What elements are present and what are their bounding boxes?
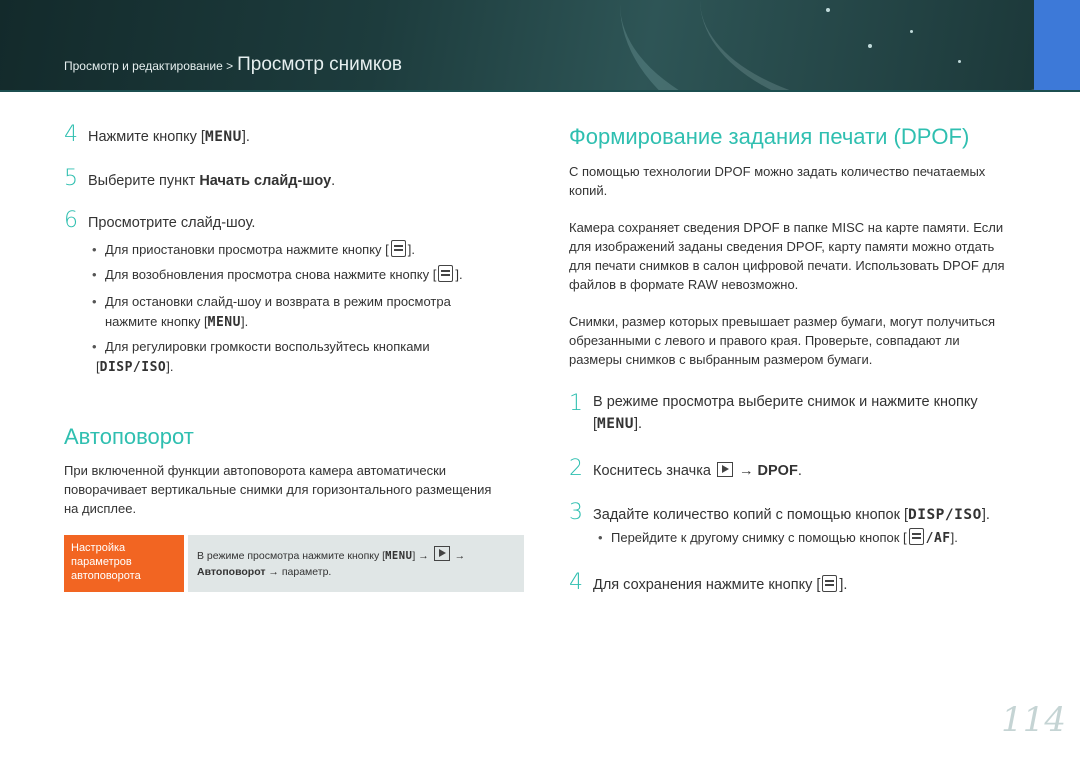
ok-icon xyxy=(438,265,454,282)
dpof-paragraph-3: Снимки, размер которых превышает размер … xyxy=(569,314,996,367)
step-1-right: 1 В режиме просмотра выберите снимок и н… xyxy=(569,391,978,435)
autorotate-paragraph: При включенной функции автоповорота каме… xyxy=(64,463,492,516)
step-2-right: 2 Коснитесь значка → DPOF. xyxy=(569,456,802,481)
note-body: В режиме просмотра нажмите кнопку [MENU]… xyxy=(188,535,524,592)
step-text: Нажмите кнопку [MENU]. xyxy=(88,129,250,145)
playback-icon xyxy=(433,546,450,561)
banner-decoration xyxy=(700,0,1080,90)
bullet-item: Перейдите к другому снимку с помощью кно… xyxy=(598,528,958,549)
bullet-item: Для остановки слайд-шоу и возврата в реж… xyxy=(92,292,451,333)
step-3-right: 3 Задайте количество копий с помощью кно… xyxy=(569,500,990,525)
banner-sparkle xyxy=(826,8,830,12)
breadcrumb-section[interactable]: Просмотр и редактирование > xyxy=(64,59,233,73)
playback-icon xyxy=(716,462,733,477)
header-banner: Просмотр и редактирование > Просмотр сни… xyxy=(0,0,1080,90)
banner-sparkle xyxy=(958,60,961,63)
page-number: 114 xyxy=(1001,700,1066,740)
bullet-item: Для регулировки громкости воспользуйтесь… xyxy=(92,337,430,378)
step-text: Просмотрите слайд-шоу. xyxy=(88,215,256,231)
dpof-paragraph-1: С помощью технологии DPOF можно задать к… xyxy=(569,164,986,198)
disp-iso-key-label: DISP/ISO xyxy=(99,360,167,375)
disp-iso-key-label: DISP/ISO xyxy=(907,507,982,523)
banner-sparkle xyxy=(868,44,872,48)
bullet-item: Для приостановки просмотра нажмите кнопк… xyxy=(92,240,415,260)
page-title: Просмотр снимков xyxy=(237,54,403,75)
banner-accent-tab xyxy=(1034,0,1080,90)
step-text: Выберите пункт Начать слайд-шоу. xyxy=(88,173,336,189)
menu-key-label: MENU xyxy=(597,416,634,432)
ok-icon xyxy=(822,575,838,592)
menu-key-label: MENU xyxy=(204,129,242,145)
header-divider xyxy=(0,90,1080,92)
section-title-dpof: Формирование задания печати (DPOF) xyxy=(569,124,970,149)
dpof-paragraph-2: Камера сохраняет сведения DPOF в папке M… xyxy=(569,220,1005,292)
step-number: 2 xyxy=(569,456,583,481)
step-number: 4 xyxy=(569,570,583,595)
ok-icon xyxy=(390,240,406,257)
step-text: Коснитесь значка → DPOF. xyxy=(593,462,802,479)
step-5-left: 5 Выберите пункт Начать слайд-шоу. xyxy=(64,166,335,191)
step-4-left: 4 Нажмите кнопку [MENU]. xyxy=(64,122,250,147)
banner-sparkle xyxy=(910,30,913,33)
step-4-right: 4 Для сохранения нажмите кнопку []. xyxy=(569,570,847,595)
bullet-item: Для возобновления просмотра снова нажмит… xyxy=(92,265,463,285)
step-6-left: 6 Просмотрите слайд-шоу. xyxy=(64,208,255,233)
section-title-autorotate: Автоповорот xyxy=(64,424,194,449)
step-text: Для сохранения нажмите кнопку []. xyxy=(593,575,848,593)
menu-key-label: MENU xyxy=(385,550,413,562)
step-number: 5 xyxy=(64,166,78,191)
self-timer-icon xyxy=(908,528,924,545)
step-text: В режиме просмотра выберите снимок и наж… xyxy=(593,394,978,432)
step-number: 6 xyxy=(64,208,78,233)
step-number: 4 xyxy=(64,122,78,147)
step-number: 1 xyxy=(569,391,583,416)
step-number: 3 xyxy=(569,500,583,525)
breadcrumb: Просмотр и редактирование > Просмотр сни… xyxy=(64,54,402,76)
af-key-label: /AF xyxy=(925,531,951,546)
menu-key-label: MENU xyxy=(207,315,241,330)
step-text: Задайте количество копий с помощью кнопо… xyxy=(593,507,990,523)
note-tag: Настройка параметров автоповорота xyxy=(64,535,184,592)
